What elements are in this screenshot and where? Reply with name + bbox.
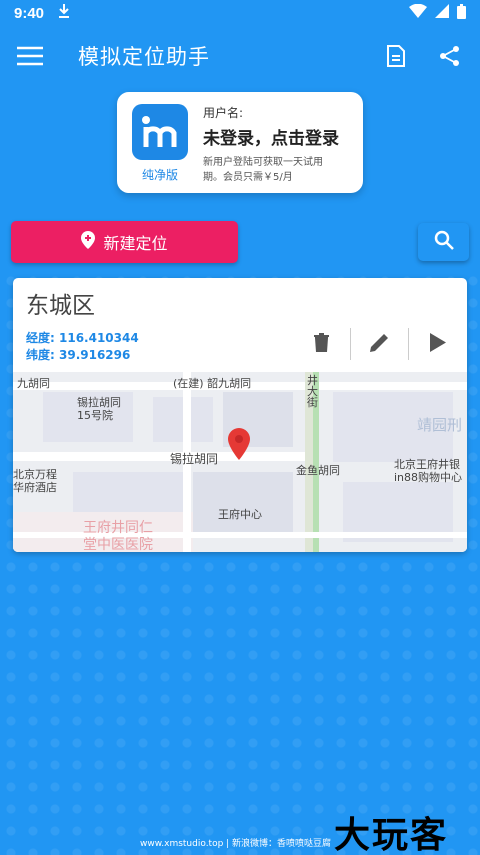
map-label: in88购物中心 [394, 471, 463, 484]
latitude-label: 纬度: [26, 348, 55, 362]
pencil-icon [370, 333, 389, 356]
map-label: 靖园刑 [417, 416, 463, 434]
status-bar: 9:40 [0, 0, 480, 26]
signal-icon [435, 4, 449, 22]
wifi-icon [409, 3, 427, 22]
search-icon [434, 230, 454, 254]
app-logo [132, 104, 188, 160]
battery-icon [457, 3, 466, 23]
location-pin-add-icon [81, 231, 96, 253]
username-label: 用户名: [203, 106, 244, 120]
map-label: 井大街 [307, 374, 318, 409]
menu-icon[interactable] [16, 42, 44, 70]
map-label: 锡拉胡同 [170, 452, 219, 466]
edit-button[interactable] [351, 326, 408, 362]
start-button[interactable] [409, 326, 466, 362]
map-label: 王府中心 [218, 508, 262, 521]
edition-label: 纯净版 [141, 168, 178, 182]
map-view[interactable]: 九胡同 (在建) 韶九胡同 井大街 锡拉胡同 15号院 靖园刑 北京万程 华府酒… [13, 372, 467, 552]
map-label: 华府酒店 [13, 481, 57, 494]
location-card[interactable]: 东城区 经度: 116.410344 纬度: 39.916296 九胡同 (在建… [13, 278, 467, 552]
app-title: 模拟定位助手 [78, 45, 210, 69]
new-location-label: 新建定位 [103, 234, 168, 253]
watermark-logo: 大玩客 [334, 814, 449, 855]
app-bar: 模拟定位助手 [0, 30, 480, 82]
share-icon[interactable] [436, 42, 464, 70]
delete-button[interactable] [293, 326, 350, 362]
login-card[interactable]: 纯净版 用户名: 未登录，点击登录 新用户登陆可获取一天试用 期。会员只需￥5/… [117, 92, 363, 193]
trash-icon [314, 332, 329, 356]
longitude-value: 116.410344 [59, 331, 139, 345]
district-name: 东城区 [26, 293, 95, 319]
play-icon [429, 332, 446, 356]
map-label: 15号院 [77, 409, 113, 422]
download-icon [58, 4, 70, 22]
document-icon[interactable] [382, 42, 410, 70]
login-prompt[interactable]: 未登录，点击登录 [203, 124, 351, 149]
status-time: 9:40 [14, 4, 45, 22]
membership-description: 新用户登陆可获取一天试用 期。会员只需￥5/月 [203, 157, 323, 183]
coordinates: 经度: 116.410344 纬度: 39.916296 [26, 330, 139, 364]
map-label: 金鱼胡同 [296, 464, 340, 477]
search-button[interactable] [418, 223, 469, 261]
map-label: 堂中医医院 [83, 537, 153, 552]
map-label: (在建) 韶九胡同 [173, 377, 252, 390]
footer-text: www.xmstudio.top | 新浪微博：香喷喷哒豆腐 [140, 839, 332, 849]
new-location-button[interactable]: 新建定位 [11, 221, 238, 263]
longitude-label: 经度: [26, 331, 55, 345]
map-label: 九胡同 [17, 377, 50, 390]
latitude-value: 39.916296 [59, 348, 131, 362]
